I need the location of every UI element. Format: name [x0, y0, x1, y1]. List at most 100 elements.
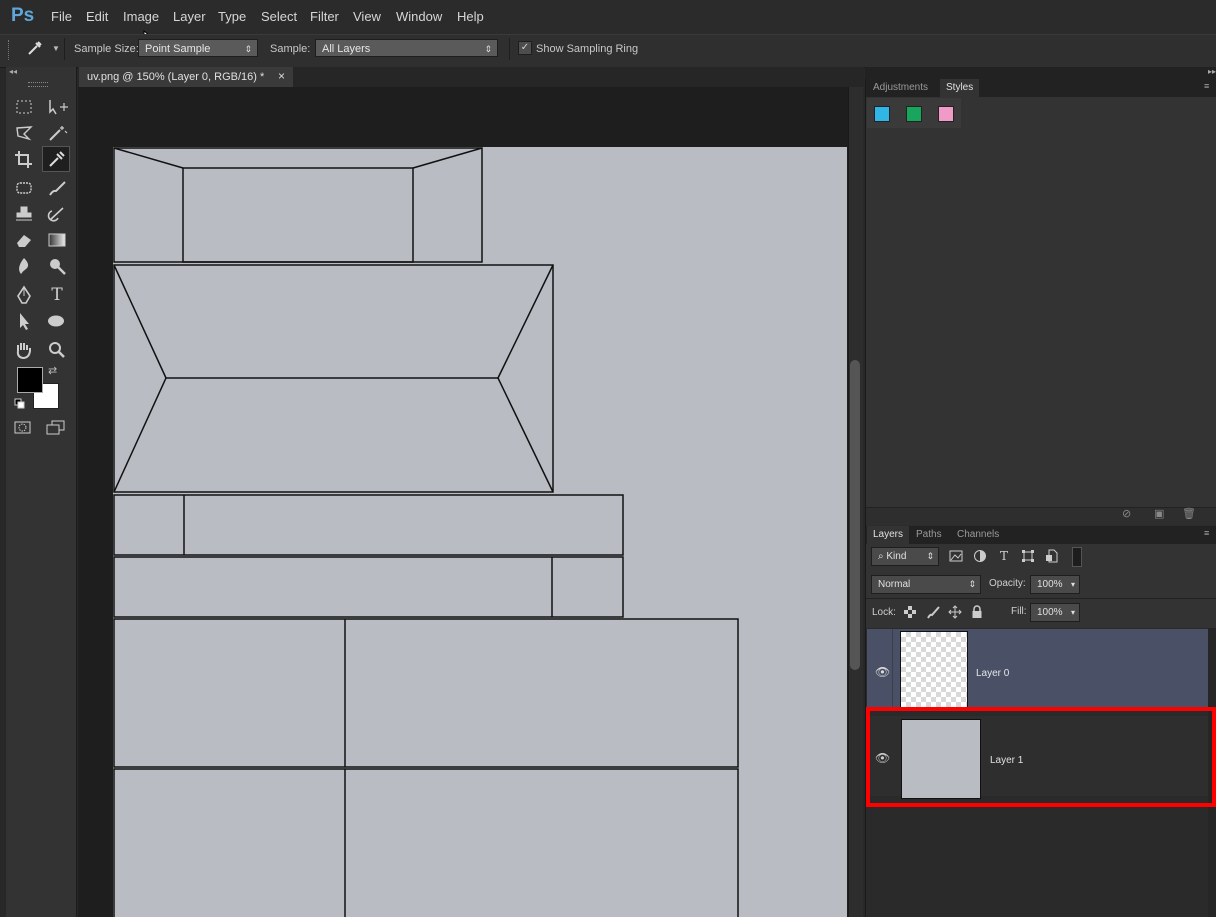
menu-select[interactable]: Select: [261, 9, 297, 24]
lock-position-icon[interactable]: [948, 605, 962, 619]
eye-icon[interactable]: 👁: [875, 751, 890, 765]
layer-row-layer-0[interactable]: 👁 Layer 0: [867, 629, 1208, 708]
panel-menu-icon[interactable]: ≡: [1204, 81, 1209, 91]
menu-view[interactable]: View: [353, 9, 381, 24]
ellipse-icon[interactable]: [44, 310, 70, 332]
close-document-icon[interactable]: ×: [278, 69, 285, 83]
opacity-input[interactable]: 100% ▾: [1030, 575, 1080, 594]
clear-style-icon[interactable]: ⊘: [1122, 507, 1131, 520]
brush-icon[interactable]: [44, 177, 70, 199]
tab-channels[interactable]: Channels: [951, 526, 1005, 544]
tool-preset-chevron-icon[interactable]: ▼: [52, 44, 60, 53]
sampling-ring-label: Show Sampling Ring: [536, 43, 639, 55]
eyedropper-icon[interactable]: [25, 39, 45, 57]
style-swatch-green[interactable]: [906, 106, 922, 122]
options-divider: [509, 38, 510, 60]
screen-mode-icon[interactable]: [45, 420, 65, 436]
tab-layers[interactable]: Layers: [867, 526, 910, 544]
toolbox-grip: [28, 82, 48, 87]
eraser-icon[interactable]: [11, 229, 37, 251]
sampling-ring-checkbox[interactable]: ✓: [518, 41, 532, 55]
menu-help[interactable]: Help: [457, 9, 484, 24]
healing-brush-icon[interactable]: [11, 177, 37, 199]
select-arrows-icon: ⇕: [926, 551, 934, 561]
blend-mode-value: Normal: [878, 579, 911, 590]
options-divider: [64, 38, 65, 60]
layer-name[interactable]: Layer 0: [976, 668, 1009, 679]
tab-paths[interactable]: Paths: [910, 526, 948, 544]
layer-name[interactable]: Layer 1: [990, 755, 1023, 766]
lock-transparent-pixels-icon[interactable]: [904, 606, 916, 618]
blur-icon[interactable]: [11, 255, 37, 277]
sample-select[interactable]: All Layers ⇕: [315, 39, 498, 57]
path-selection-icon[interactable]: [11, 310, 37, 332]
style-swatch-pink[interactable]: [938, 106, 954, 122]
swap-colors-icon[interactable]: ⇄: [48, 364, 57, 377]
clone-stamp-icon[interactable]: [11, 203, 37, 225]
menu-edit[interactable]: Edit: [86, 9, 108, 24]
menu-layer[interactable]: Layer: [173, 9, 206, 24]
tab-styles[interactable]: Styles: [940, 79, 980, 97]
pixel-filter-icon[interactable]: [949, 549, 963, 563]
chevron-down-icon: ▾: [1070, 608, 1075, 617]
dodge-icon[interactable]: [44, 255, 70, 277]
fill-input[interactable]: 100% ▾: [1030, 603, 1080, 622]
gradient-icon[interactable]: [44, 229, 70, 251]
default-colors-icon[interactable]: [14, 398, 26, 410]
layer-divider: [892, 629, 893, 707]
lock-all-icon[interactable]: [971, 605, 983, 619]
type-filter-icon[interactable]: T: [997, 549, 1011, 563]
new-style-icon[interactable]: ▣: [1154, 507, 1164, 520]
pen-icon[interactable]: [11, 284, 37, 306]
menu-type[interactable]: Type: [218, 9, 246, 24]
shape-filter-icon[interactable]: [1021, 549, 1035, 563]
blend-mode-select[interactable]: Normal ⇕: [871, 575, 981, 594]
panel-menu-icon[interactable]: ≡: [1204, 528, 1209, 538]
layer-filter-kind-value: Kind: [886, 551, 907, 562]
magic-wand-icon[interactable]: [44, 122, 70, 144]
adjustment-filter-icon[interactable]: [973, 549, 987, 563]
layer-row-layer-1[interactable]: 👁 Layer 1: [867, 716, 1208, 799]
quick-mask-icon[interactable]: [13, 420, 33, 436]
tab-adjustments[interactable]: Adjustments: [867, 79, 934, 97]
layers-scrollbar[interactable]: [1208, 628, 1216, 917]
hand-icon[interactable]: [11, 339, 37, 361]
lock-label: Lock:: [872, 607, 896, 618]
marquee-icon[interactable]: [11, 96, 37, 118]
collapse-toolbox-icon[interactable]: ◂◂: [9, 67, 17, 76]
sample-label: Sample:: [270, 43, 311, 55]
eyedropper-tool-button[interactable]: [42, 146, 70, 172]
opacity-value: 100%: [1037, 579, 1063, 590]
expand-dock-icon[interactable]: ▸▸: [1208, 67, 1216, 76]
menu-image[interactable]: Image: [123, 9, 159, 24]
move-icon[interactable]: [44, 96, 70, 118]
document-tab[interactable]: uv.png @ 150% (Layer 0, RGB/16) *: [79, 67, 293, 87]
select-arrows-icon: ⇕: [968, 579, 976, 589]
menu-filter[interactable]: Filter: [310, 9, 339, 24]
layer-filter-kind-select[interactable]: ⌕ Kind ⇕: [871, 547, 939, 566]
style-swatch-blue[interactable]: [874, 106, 890, 122]
vertical-scrollbar-thumb[interactable]: [850, 360, 860, 670]
layers-divider: [866, 598, 1216, 599]
history-brush-icon[interactable]: [44, 203, 70, 225]
photoshop-logo: Ps: [11, 5, 35, 26]
lock-image-pixels-icon[interactable]: [926, 605, 940, 619]
sample-size-select[interactable]: Point Sample ⇕: [138, 39, 258, 57]
lasso-icon[interactable]: [11, 122, 37, 144]
layer-thumbnail[interactable]: [900, 631, 968, 708]
layer-thumbnail[interactable]: [901, 719, 981, 799]
eye-icon[interactable]: 👁: [875, 665, 890, 679]
crop-icon[interactable]: [11, 148, 37, 170]
filter-toggle-switch[interactable]: [1072, 547, 1082, 567]
trash-icon[interactable]: 🗑: [1182, 507, 1196, 520]
type-icon[interactable]: T: [44, 284, 70, 306]
uv-layout-artwork: [113, 147, 739, 917]
sample-size-label: Sample Size:: [74, 43, 139, 55]
zoom-icon[interactable]: [44, 339, 70, 361]
menu-file[interactable]: File: [51, 9, 72, 24]
foreground-color-swatch[interactable]: [17, 367, 43, 393]
sample-value: All Layers: [322, 43, 371, 55]
canvas[interactable]: [113, 147, 847, 917]
menu-window[interactable]: Window: [396, 9, 442, 24]
smart-object-filter-icon[interactable]: [1045, 549, 1059, 563]
